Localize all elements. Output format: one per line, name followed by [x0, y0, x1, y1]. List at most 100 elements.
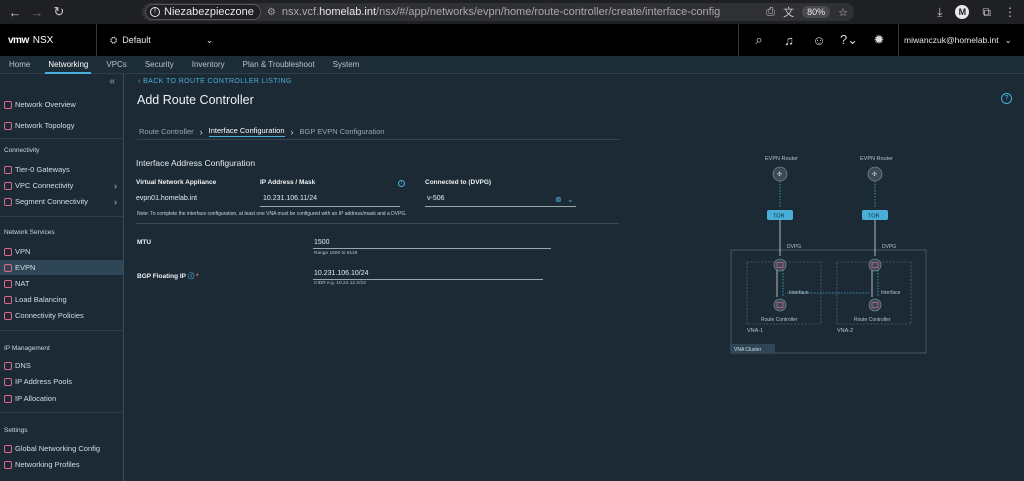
url-prefix: nsx.vcf. [281, 6, 320, 18]
theme-icon[interactable]: ✹ [864, 32, 894, 48]
bgp-input-underline [313, 279, 543, 280]
dvpg-select[interactable]: v-506 [427, 195, 445, 202]
profile-icon [4, 460, 12, 469]
menu-icon[interactable]: ⋮ [1004, 5, 1016, 19]
vpc-icon [4, 181, 12, 190]
sidebar-item-label: VPC Connectivity [15, 181, 74, 190]
tab-vpcs[interactable]: VPCs [97, 56, 135, 73]
ip-address-input[interactable]: 10.231.106.11/24 [263, 195, 317, 202]
sidebar-item-label: Network Topology [15, 121, 75, 130]
address-bar[interactable]: ! Niezabezpieczone ⚙ nsx.vcf.homelab.int… [142, 3, 854, 21]
sidebar-item-network-overview[interactable]: Network Overview [0, 97, 123, 112]
user-menu[interactable]: miwanczuk@homelab.int ⌄ [904, 24, 1012, 56]
app-name: NSX [32, 34, 54, 46]
sidebar-item-connectivity-policies[interactable]: Connectivity Policies [0, 308, 123, 323]
back-link-label: BACK TO ROUTE CONTROLLER LISTING [143, 78, 292, 85]
clear-selection-icon[interactable]: ⊗ [555, 195, 562, 204]
chevron-down-icon[interactable]: ⌄ [567, 195, 574, 204]
info-icon[interactable]: ⓘ [188, 273, 195, 280]
bell-icon[interactable]: ♫ [774, 33, 804, 48]
sidebar-item-nat[interactable]: NAT [0, 276, 123, 291]
page-translate-icon[interactable]: ⎙ [766, 6, 775, 19]
sidebar: « Network Overview Network Topology Conn… [0, 74, 124, 481]
sidebar-item-networking-profiles[interactable]: Networking Profiles [0, 457, 123, 472]
collapse-sidebar-icon[interactable]: « [109, 76, 115, 87]
extensions-icon[interactable]: ⧉ [982, 5, 991, 20]
gateway-icon [4, 165, 12, 174]
url-text[interactable]: nsx.vcf.homelab.int/nsx/#/app/networks/e… [282, 6, 720, 18]
evpn-icon [4, 263, 12, 272]
sidebar-item-segment-connectivity[interactable]: Segment Connectivity › [0, 194, 123, 209]
step-interface-configuration[interactable]: Interface Configuration [208, 126, 285, 137]
tab-networking[interactable]: Networking [39, 56, 97, 74]
sidebar-item-vpc-connectivity[interactable]: VPC Connectivity › [0, 178, 123, 193]
chevron-right-icon: › [199, 126, 203, 137]
bgp-hint: CIDR e.g. 10.22.12.2/23 [314, 281, 366, 286]
sidebar-item-global-networking-config[interactable]: Global Networking Config [0, 441, 123, 456]
sidebar-item-ip-allocation[interactable]: IP Allocation [0, 391, 123, 406]
info-icon[interactable]: i [398, 180, 405, 187]
tab-plan-troubleshoot[interactable]: Plan & Troubleshoot [234, 56, 324, 73]
chevron-right-icon: › [114, 196, 117, 207]
sidebar-item-evpn[interactable]: EVPN [0, 260, 123, 275]
sidebar-item-load-balancing[interactable]: Load Balancing [0, 292, 123, 307]
ip-pool-icon [4, 377, 12, 386]
sidebar-item-label: Tier-0 Gateways [15, 165, 70, 174]
sidebar-item-tier0-gateways[interactable]: Tier-0 Gateways [0, 162, 123, 177]
help-icon[interactable]: ?⌄ [834, 32, 864, 48]
sidebar-item-vpn[interactable]: VPN [0, 244, 123, 259]
topology-icon [4, 121, 12, 130]
sidebar-divider [0, 412, 123, 413]
tab-security[interactable]: Security [136, 56, 183, 73]
back-arrow-icon[interactable]: ← [4, 0, 26, 24]
ip-input-underline [260, 206, 400, 207]
sidebar-item-label: Load Balancing [15, 295, 67, 304]
forward-arrow-icon[interactable]: → [26, 0, 48, 24]
vna-cluster-box [730, 249, 927, 354]
sidebar-item-ip-address-pools[interactable]: IP Address Pools [0, 374, 123, 389]
bookmark-star-icon[interactable]: ☆ [838, 6, 848, 19]
security-chip[interactable]: ! Niezabezpieczone [145, 4, 261, 20]
header-divider [898, 24, 899, 56]
tab-home[interactable]: Home [0, 56, 39, 73]
dvpg-label-right: DVPG [882, 244, 896, 250]
router-glyph-right: ✣ [872, 171, 877, 178]
mtu-input[interactable]: 1500 [314, 239, 330, 246]
project-icon: ⛭ [110, 34, 118, 45]
sidebar-item-label: Connectivity Policies [15, 311, 84, 320]
dvpg-icon-left [773, 258, 787, 272]
site-settings-icon[interactable]: ⚙ [267, 7, 276, 18]
ip-allocation-icon [4, 394, 12, 403]
router-glyph-left: ✣ [777, 171, 782, 178]
vna2-label: VNA-2 [837, 328, 853, 334]
section-title: Interface Address Configuration [136, 158, 256, 168]
tab-inventory[interactable]: Inventory [183, 56, 234, 73]
project-selector[interactable]: ⛭ Default ⌄ [110, 24, 213, 56]
nat-icon [4, 279, 12, 288]
bgp-floating-ip-input[interactable]: 10.231.106.10/24 [314, 270, 369, 277]
back-link[interactable]: ‹ BACK TO ROUTE CONTROLLER LISTING [138, 78, 292, 85]
sidebar-item-dns[interactable]: DNS [0, 358, 123, 373]
column-header-appliance: Virtual Network Appliance [136, 179, 217, 186]
steps-divider [137, 139, 619, 140]
tab-system[interactable]: System [324, 56, 369, 73]
translate-icon[interactable]: 文 [783, 4, 794, 20]
reload-icon[interactable]: ↻ [48, 0, 70, 24]
dns-icon [4, 361, 12, 370]
sidebar-item-network-topology[interactable]: Network Topology [0, 118, 123, 133]
search-icon[interactable]: ⌕ [744, 32, 774, 48]
wizard-steps: Route Controller › Interface Configurati… [139, 126, 384, 137]
help-icon[interactable]: ? [1001, 93, 1012, 104]
profile-avatar[interactable]: M [955, 5, 970, 19]
sidebar-item-label: DNS [15, 361, 31, 370]
step-bgp-evpn-configuration[interactable]: BGP EVPN Configuration [300, 127, 385, 136]
dvpg-select-underline [425, 206, 576, 207]
warning-icon: ! [150, 7, 160, 17]
feedback-icon[interactable]: ☺ [804, 33, 834, 48]
note-text: Note: To complete the interface configur… [137, 211, 407, 217]
download-icon[interactable]: ⤓ [937, 5, 942, 20]
vna1-label: VNA-1 [747, 328, 763, 334]
dvpg-icon-right [868, 258, 882, 272]
step-route-controller[interactable]: Route Controller [139, 127, 194, 136]
zoom-badge[interactable]: 80% [802, 6, 831, 18]
